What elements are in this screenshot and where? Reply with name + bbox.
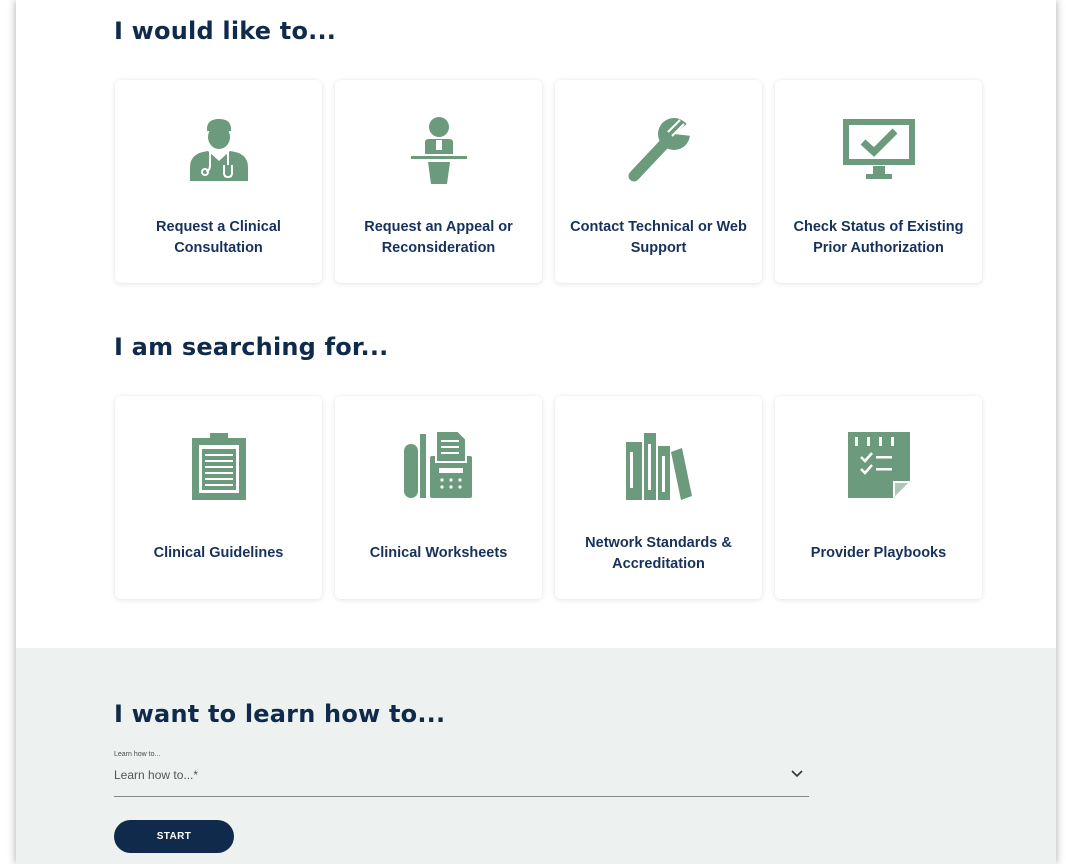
card-label: Clinical Worksheets — [369, 545, 508, 561]
wrench-icon — [628, 118, 692, 182]
card-label: Provider Playbooks — [810, 545, 947, 561]
would-like-cards: Request a Clinical Consultation Request … — [115, 80, 982, 283]
card-label: Contact Technical or Web Support — [570, 219, 747, 256]
card-label: Network Standards & Accreditation — [585, 535, 732, 572]
books-icon — [625, 433, 692, 500]
start-button[interactable]: START — [114, 820, 234, 853]
section-title-would-like: I would like to... — [114, 17, 337, 45]
clipboard-icon — [191, 433, 246, 500]
section-title-searching: I am searching for... — [114, 333, 389, 361]
card-label: Request an Appeal or Reconsideration — [364, 219, 513, 256]
doctor-stethoscope-icon — [189, 119, 248, 181]
speaker-podium-icon — [410, 117, 467, 184]
card-network-standards[interactable]: Network Standards & Accreditation — [555, 396, 762, 599]
fax-machine-icon — [403, 430, 472, 498]
card-label: Clinical Guidelines — [153, 545, 284, 561]
monitor-checkmark-icon — [842, 119, 915, 179]
section-title-learn: I want to learn how to... — [114, 700, 446, 728]
learn-how-to-select[interactable]: Learn how to...* — [114, 762, 809, 797]
card-clinical-guidelines[interactable]: Clinical Guidelines — [115, 396, 322, 599]
learn-section: I want to learn how to... Learn how to..… — [16, 648, 1056, 864]
learn-select-placeholder: Learn how to...* — [114, 768, 199, 782]
checklist-document-icon — [847, 432, 910, 498]
card-label: Request a Clinical Consultation — [156, 219, 281, 256]
page-frame: I would like to... Request a Clinical Co… — [16, 0, 1056, 864]
card-clinical-worksheets[interactable]: Clinical Worksheets — [335, 396, 542, 599]
chevron-down-icon — [791, 770, 803, 778]
card-contact-support[interactable]: Contact Technical or Web Support — [555, 80, 762, 283]
card-request-clinical-consultation[interactable]: Request a Clinical Consultation — [115, 80, 322, 283]
card-label: Check Status of Existing Prior Authoriza… — [793, 219, 964, 256]
card-provider-playbooks[interactable]: Provider Playbooks — [775, 396, 982, 599]
learn-field-label: Learn how to... — [114, 751, 161, 758]
searching-cards: Clinical Guidelines Clinical Worksheets … — [115, 396, 982, 599]
card-check-status[interactable]: Check Status of Existing Prior Authoriza… — [775, 80, 982, 283]
card-request-appeal[interactable]: Request an Appeal or Reconsideration — [335, 80, 542, 283]
